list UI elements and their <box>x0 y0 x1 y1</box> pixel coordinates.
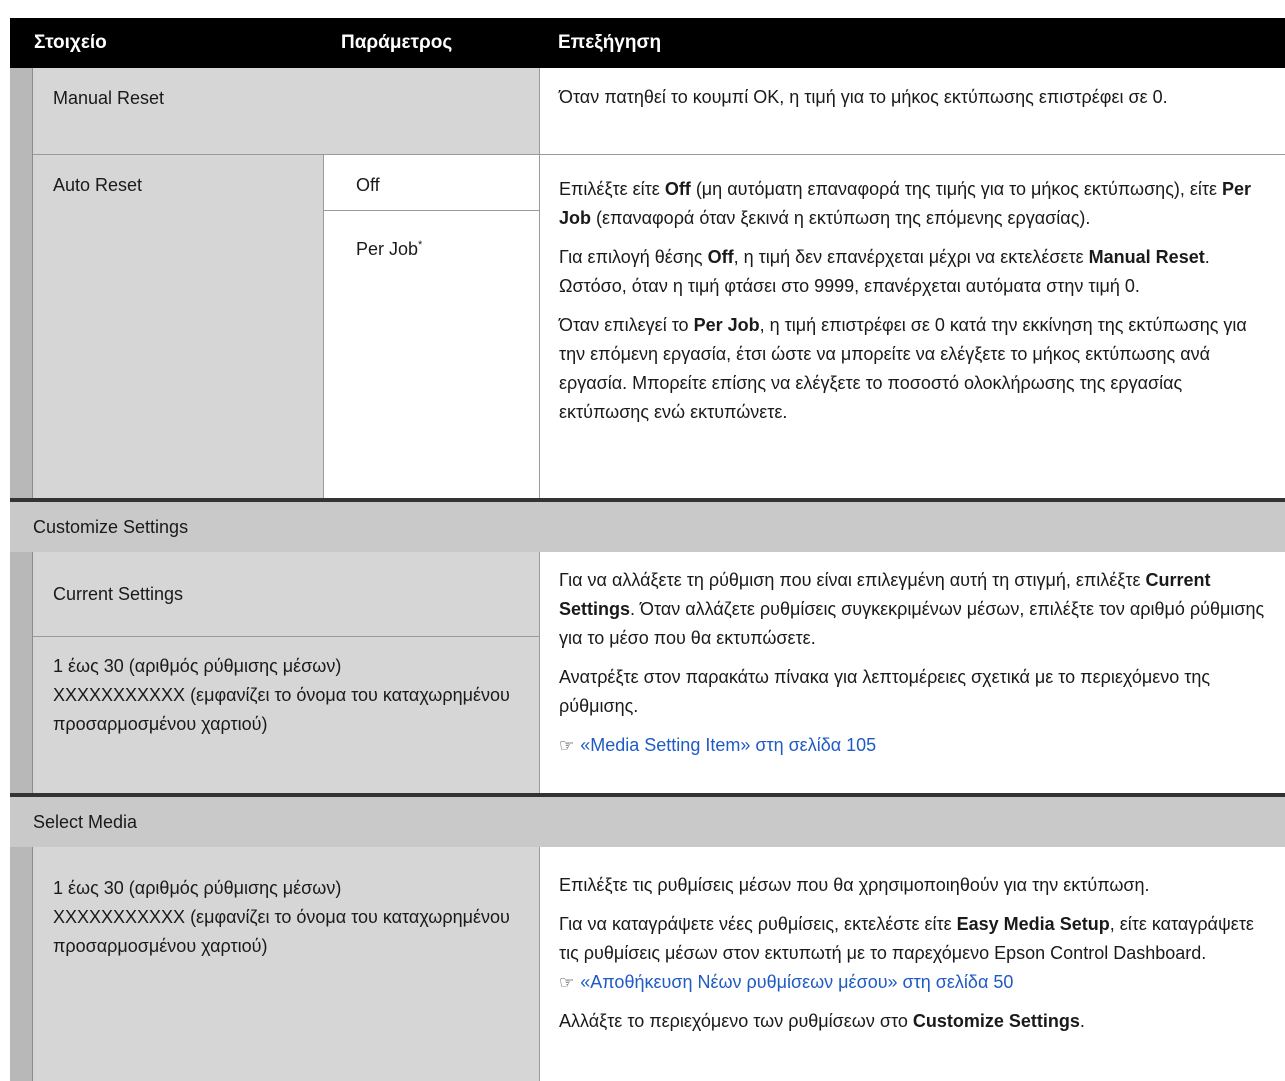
customize-desc-2: Ανατρέξτε στον παρακάτω πίνακα για λεπτο… <box>559 667 1211 716</box>
group-select-media: Select Media <box>10 797 1285 847</box>
auto-reset-desc: Επιλέξτε είτε Off (μη αυτόματη επαναφορά… <box>559 175 1265 437</box>
auto-reset-desc-2: Για επιλογή θέσης Off, η τιμή δεν επανέρ… <box>559 247 1210 296</box>
col-divider <box>539 847 540 1081</box>
header-explanation: Επεξήγηση <box>558 32 662 53</box>
customize-range: 1 έως 30 (αριθμός ρύθμισης μέσων) XXXXXX… <box>53 652 523 739</box>
select-media-link-line: ☞ «Αποθήκευση Νέων ρυθμίσεων μέσου» στη σ… <box>559 968 1265 997</box>
manual-reset-label: Manual Reset <box>53 88 165 108</box>
manual-reset-desc: Όταν πατηθεί το κουμπί OK, η τιμή για το… <box>559 87 1168 107</box>
reference-arrow-icon: ☞ <box>559 973 575 992</box>
auto-reset-desc-3: Όταν επιλεγεί το Per Job, η τιμή επιστρέ… <box>559 315 1247 422</box>
settings-table: Στοιχείο Παράμετρος Επεξήγηση Manual Res… <box>0 0 1285 1081</box>
col-divider <box>539 552 540 793</box>
range-line-2: XXXXXXXXXXX (εμφανίζει το όνομα του κατα… <box>53 685 510 734</box>
current-settings-option: Current Settings <box>53 584 184 604</box>
param-per-job-label: Per Job <box>356 239 419 259</box>
param-per-job: Per Job* <box>356 231 422 264</box>
indent-stripe <box>10 68 33 498</box>
table-header: Στοιχείο Παράμετρος Επεξήγηση <box>10 18 1285 68</box>
indent-stripe <box>10 847 33 1081</box>
select-media-desc-1: Επιλέξτε τις ρυθμίσεις μέσων που θα χρησ… <box>559 875 1150 895</box>
select-media-desc-3: Αλλάξτε το περιεχόμενο των ρυθμίσεων στο… <box>559 1011 1085 1031</box>
select-media-desc: Επιλέξτε τις ρυθμίσεις μέσων που θα χρησ… <box>559 871 1265 1046</box>
range-line-2: XXXXXXXXXXX (εμφανίζει το όνομα του κατα… <box>53 907 510 956</box>
select-media-param-cell: 1 έως 30 (αριθμός ρύθμισης μέσων) XXXXXX… <box>33 847 539 1081</box>
manual-reset-cell: Manual Reset <box>33 68 539 154</box>
auto-reset-desc-1: Επιλέξτε είτε Off (μη αυτόματη επαναφορά… <box>559 179 1252 228</box>
customize-link-line: ☞ «Media Setting Item» στη σελίδα 105 <box>559 731 1265 760</box>
option-divider <box>33 636 539 637</box>
param-off: Off <box>356 175 380 195</box>
default-marker: * <box>418 239 423 251</box>
header-parameter: Παράμετρος <box>341 32 453 53</box>
reference-arrow-icon: ☞ <box>559 736 575 755</box>
select-media-desc-2: Για να καταγράψετε νέες ρυθμίσεις, εκτελ… <box>559 914 1254 963</box>
media-setting-item-link[interactable]: «Media Setting Item» στη σελίδα 105 <box>580 735 876 755</box>
range-line-1: 1 έως 30 (αριθμός ρύθμισης μέσων) <box>53 878 342 898</box>
header-item: Στοιχείο <box>34 32 107 53</box>
select-media-range: 1 έως 30 (αριθμός ρύθμισης μέσων) XXXXXX… <box>53 874 523 961</box>
customize-desc-1: Για να αλλάξετε τη ρύθμιση που είναι επι… <box>559 570 1265 648</box>
customize-param-cell: Current Settings 1 έως 30 (αριθμός ρύθμι… <box>33 552 539 793</box>
auto-reset-label: Auto Reset <box>53 175 143 195</box>
group-customize-settings: Customize Settings <box>10 502 1285 552</box>
col-divider <box>539 68 540 498</box>
indent-stripe <box>10 552 33 793</box>
range-line-1: 1 έως 30 (αριθμός ρύθμισης μέσων) <box>53 656 342 676</box>
customize-desc: Για να αλλάξετε τη ρύθμιση που είναι επι… <box>559 566 1265 770</box>
auto-reset-cell: Auto Reset <box>33 155 323 498</box>
col-divider <box>323 155 324 498</box>
save-media-settings-link[interactable]: «Αποθήκευση Νέων ρυθμίσεων μέσου» στη σε… <box>580 972 1013 992</box>
param-divider <box>323 210 539 211</box>
